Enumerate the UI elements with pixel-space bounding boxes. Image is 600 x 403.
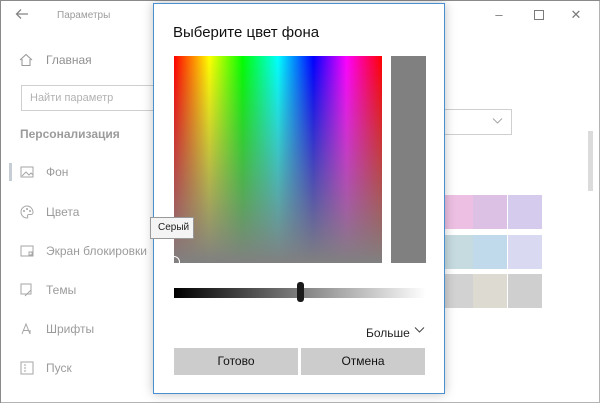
sidebar-item-background[interactable]: Фон [1, 161, 161, 185]
color-spectrum[interactable] [174, 56, 382, 263]
chevron-down-icon[interactable] [414, 324, 425, 338]
scrollbar[interactable] [588, 131, 593, 191]
brush-icon [20, 283, 34, 297]
start-icon [20, 361, 34, 375]
sidebar-item-colors[interactable]: Цвета [1, 201, 161, 225]
swatch[interactable] [473, 235, 507, 269]
sidebar-item-themes[interactable]: Темы [1, 279, 161, 303]
active-indicator [9, 163, 12, 181]
home-link[interactable]: Главная [46, 53, 92, 67]
sidebar-item-start[interactable]: Пуск [1, 357, 161, 381]
sidebar-item-label: Шрифты [46, 322, 95, 336]
chevron-down-icon [492, 115, 503, 129]
more-button[interactable]: Больше [366, 326, 410, 340]
search-placeholder: Найти параметр [30, 92, 114, 104]
dialog-title: Выберите цвет фона [173, 24, 320, 41]
color-picker-dialog: Выберите цвет фона Больше Готово Отмена [153, 3, 445, 394]
color-tooltip: Серый [150, 217, 194, 239]
sidebar-item-label: Фон [46, 165, 69, 179]
color-preview [391, 56, 426, 263]
swatch[interactable] [508, 195, 542, 229]
swatch[interactable] [473, 195, 507, 229]
swatch[interactable] [508, 274, 542, 308]
search-input[interactable]: Найти параметр [21, 85, 161, 111]
cancel-button[interactable]: Отмена [301, 348, 425, 375]
slider-thumb[interactable] [297, 282, 304, 302]
sidebar-item-label: Пуск [46, 361, 72, 375]
sidebar: Главная Найти параметр Персонализация Фо… [1, 31, 161, 403]
sidebar-item-fonts[interactable]: Шрифты [1, 318, 161, 342]
back-arrow-icon[interactable] [15, 7, 33, 25]
section-title: Персонализация [20, 127, 120, 141]
image-icon [20, 165, 34, 179]
font-icon [20, 322, 34, 336]
spectrum-cursor[interactable] [168, 256, 180, 268]
sidebar-item-lock-screen[interactable]: Экран блокировки [1, 240, 161, 264]
minimize-icon[interactable]: – [484, 5, 514, 25]
sidebar-item-label: Экран блокировки [46, 244, 147, 258]
lock-screen-icon [20, 244, 34, 258]
close-icon[interactable]: ✕ [561, 5, 591, 25]
sidebar-item-label: Темы [46, 283, 77, 297]
tooltip-text: Серый [158, 222, 190, 233]
swatch[interactable] [508, 235, 542, 269]
fit-dropdown[interactable] [441, 109, 512, 135]
palette-icon [20, 205, 34, 219]
window-title: Параметры [57, 10, 111, 21]
more-label: Больше [366, 326, 410, 340]
maximize-icon[interactable] [524, 5, 554, 25]
swatch[interactable] [473, 274, 507, 308]
sidebar-item-label: Цвета [46, 205, 80, 219]
done-button[interactable]: Готово [174, 348, 298, 375]
home-icon [19, 53, 33, 67]
